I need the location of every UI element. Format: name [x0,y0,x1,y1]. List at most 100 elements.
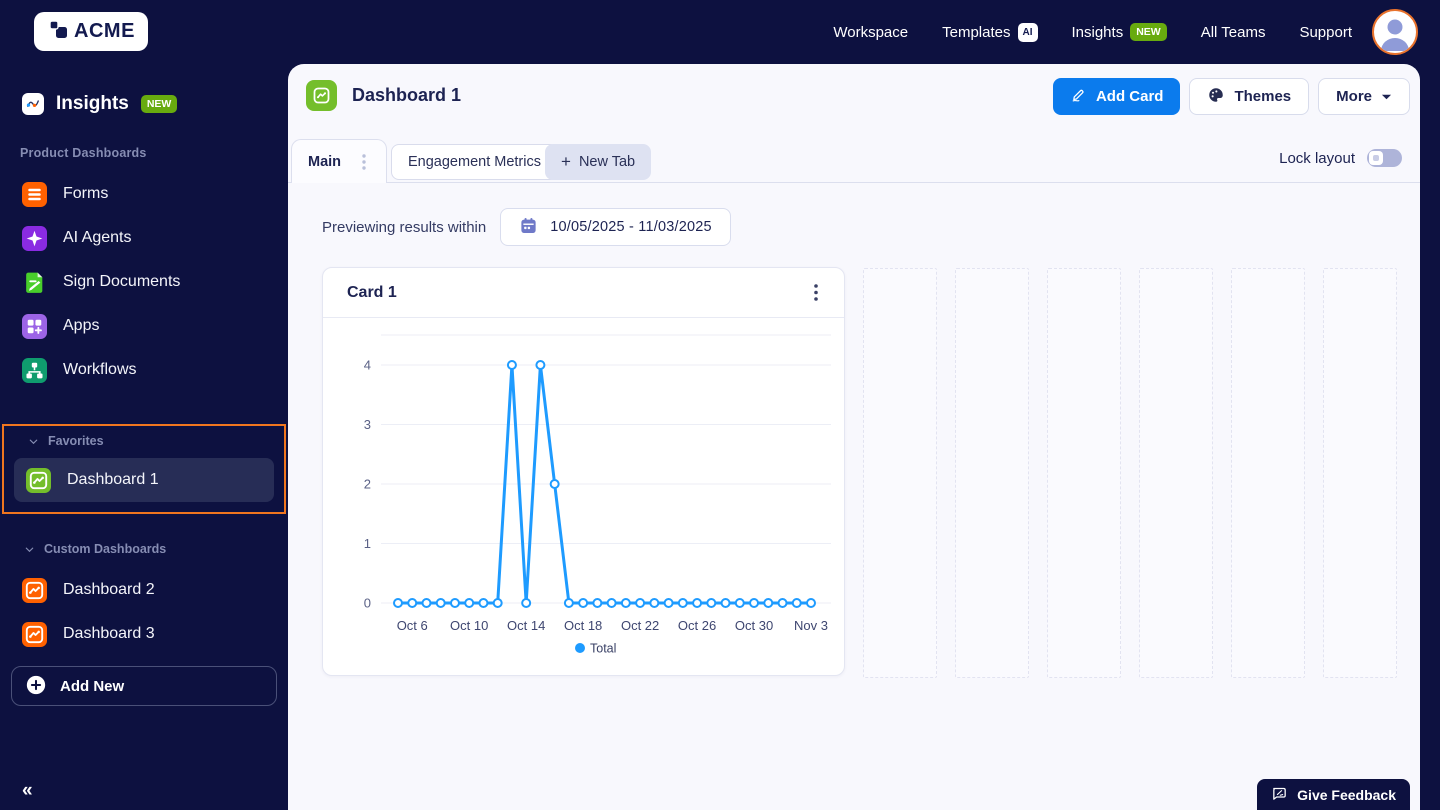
preview-label: Previewing results within [322,218,487,236]
sidebar-item-workflows[interactable]: Workflows [10,348,278,392]
data-point-marker [478,598,489,608]
add-new-label: Add New [60,677,125,695]
favorites-section-label: Favorites [48,434,104,448]
main-panel: Dashboard 1 Add Card Themes More Main En… [288,64,1420,810]
grid-placeholder-slot [1139,268,1213,678]
sidebar-item-label: Workflows [63,361,137,378]
nav-link-label: Insights [1071,23,1124,41]
nav-link-templates[interactable]: Templates AI [942,22,1038,42]
data-point-marker [535,360,546,370]
product-dashboards-list: Forms AI Agents Sign Documents Apps Workflow… [0,172,288,392]
top-nav-links: Workspace Templates AI Insights NEW All Teams… [833,0,1352,64]
new-badge: NEW [1130,23,1167,41]
insights-line-chart-icon [22,93,44,115]
themes-button[interactable]: Themes [1189,78,1310,115]
workflows-icon [22,357,47,383]
chevron-down-icon [29,439,38,444]
dashboard-chart-icon [22,621,47,647]
tab-main-label: Main [308,153,342,170]
data-point-marker [449,598,460,608]
sidebar-item-apps[interactable]: Apps [10,304,278,348]
tab-options-kebab-icon[interactable] [352,150,376,174]
sidebar-item-dashboard-1[interactable]: Dashboard 1 [14,458,274,502]
sidebar-item-forms[interactable]: Forms [10,172,278,216]
sidebar-item-sign-documents[interactable]: Sign Documents [10,260,278,304]
user-avatar[interactable] [1372,9,1418,55]
sidebar-item-dashboard-2[interactable]: Dashboard 2 [10,568,278,612]
y-tick-label: 4 [364,358,371,373]
tab-row-divider [288,182,1420,183]
add-new-button[interactable]: Add New [11,666,277,706]
nav-link-insights[interactable]: Insights NEW [1072,23,1167,41]
x-tick-label: Oct 30 [735,618,773,633]
card-kebab-menu-icon[interactable] [804,281,828,305]
sidebar-item-label: Sign Documents [63,273,181,290]
nav-link-support[interactable]: Support [1299,24,1352,41]
data-point-marker [506,360,517,370]
more-label: More [1336,88,1372,105]
x-tick-label: Oct 26 [678,618,716,633]
data-point-marker [734,598,745,608]
card-header: Card 1 [323,268,844,318]
chevron-down-icon [25,547,34,552]
data-point-marker [806,598,816,608]
date-range-picker[interactable]: 10/05/2025 - 11/03/2025 [500,208,731,246]
tab-engagement-metrics-label: Engagement Metrics [408,154,541,170]
grid-placeholder-slot [863,268,937,678]
themes-label: Themes [1234,88,1292,105]
y-tick-label: 2 [364,477,371,492]
more-button[interactable]: More [1318,78,1410,115]
x-tick-label: Oct 10 [450,618,488,633]
data-point-marker [763,598,774,608]
grid-placeholder-slot [955,268,1029,678]
data-point-marker [435,598,446,608]
grid-placeholder-slot [1231,268,1305,678]
custom-dashboards-list: Dashboard 2 Dashboard 3 [0,568,288,656]
collapse-sidebar-button[interactable]: « [22,780,33,802]
card-title: Card 1 [347,283,397,301]
line-chart: 0 1 2 3 4 Oct 6 Oct 10 Oct 14 Oct 18 Oct 22 Oct 26… [364,334,831,656]
caret-down-icon [1381,88,1392,105]
lock-layout-toggle[interactable] [1367,149,1402,167]
sidebar-item-label: Dashboard 1 [67,471,159,488]
add-card-button[interactable]: Add Card [1052,78,1181,115]
data-point-marker [521,598,532,608]
section-label-product-dashboards: Product Dashboards [20,146,147,160]
nav-link-workspace[interactable]: Workspace [833,24,908,41]
tab-main[interactable]: Main [291,139,387,183]
data-point-marker [592,598,603,608]
y-tick-label: 0 [364,596,371,611]
custom-dashboards-section-header[interactable]: Custom Dashboards [0,542,288,556]
new-tab-label: New Tab [578,154,636,170]
data-point-marker [563,598,574,608]
dashboard-chart-icon [26,467,51,493]
sidebar-item-label: Dashboard 2 [63,581,155,598]
grid-placeholder-slot [1323,268,1397,678]
nav-link-label: Support [1299,23,1352,41]
sidebar-item-ai-agents[interactable]: AI Agents [10,216,278,260]
nav-link-label: Workspace [833,23,909,41]
x-tick-label: Oct 6 [397,618,428,633]
nav-link-all-teams[interactable]: All Teams [1201,24,1266,41]
give-feedback-button[interactable]: Give Feedback [1257,779,1410,810]
plus-icon: + [561,152,571,171]
favorites-section-header[interactable]: Favorites [4,434,284,448]
apps-icon [22,313,47,339]
acme-logo[interactable]: ACME [34,12,148,51]
new-tab-button[interactable]: + New Tab [545,144,652,180]
lock-layout-control: Lock layout [1279,149,1402,167]
sidebar-item-dashboard-3[interactable]: Dashboard 3 [10,612,278,656]
sidebar-insights-header[interactable]: Insights NEW [22,90,288,118]
sidebar-new-badge: NEW [140,95,178,113]
chart-legend: Total [575,642,616,656]
sidebar-title: Insights [56,93,129,114]
date-range-value: 10/05/2025 - 11/03/2025 [550,219,712,235]
data-point-marker [606,598,617,608]
data-point-marker [720,598,731,608]
y-tick-label: 3 [364,417,371,432]
data-point-marker [407,598,418,608]
lock-layout-label: Lock layout [1279,149,1355,167]
data-point-marker [578,598,589,608]
tab-engagement-metrics[interactable]: Engagement Metrics [391,144,558,180]
legend-label: Total [590,642,616,656]
